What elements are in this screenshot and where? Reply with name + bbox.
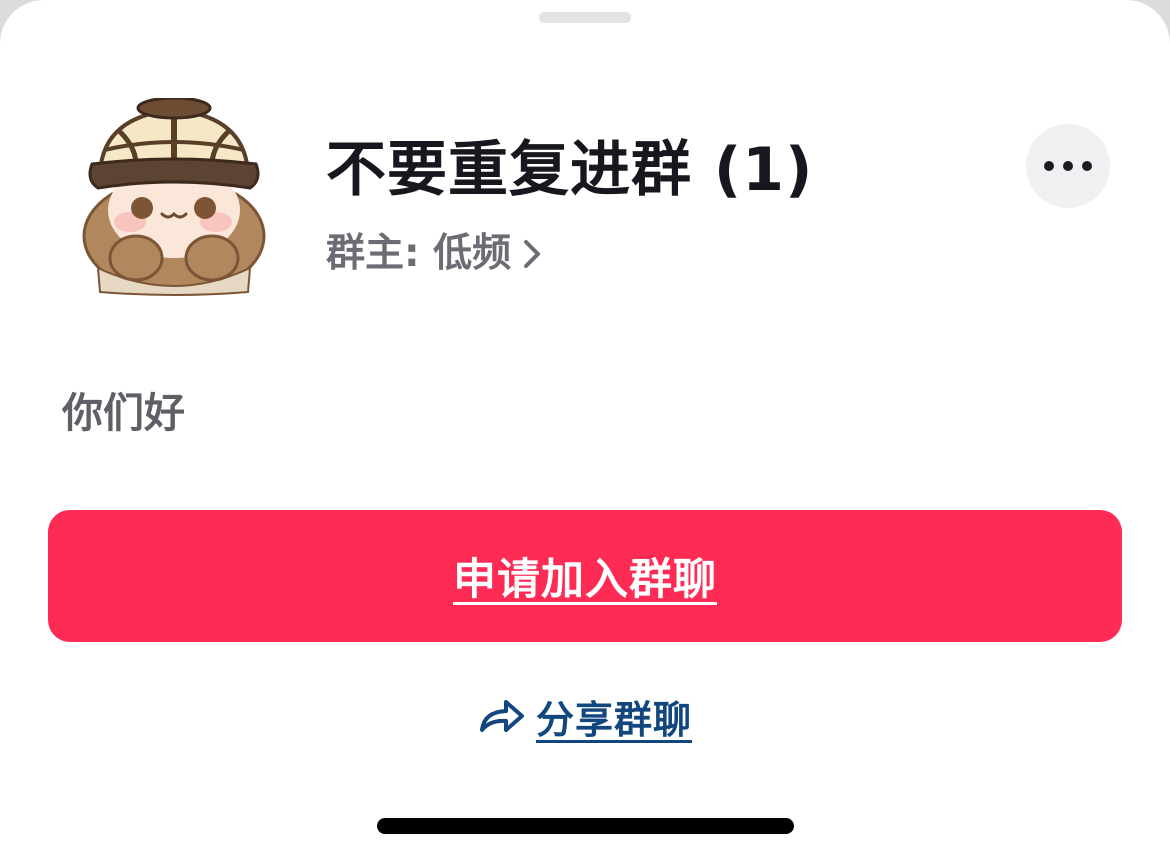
join-group-button[interactable]: 申请加入群聊	[48, 510, 1122, 642]
home-indicator[interactable]	[377, 818, 794, 834]
share-group-link[interactable]: 分享群聊	[0, 688, 1170, 744]
more-dots-icon	[1044, 161, 1092, 171]
group-info-sheet: 不要重复进群 (1) 群主: 低频 你们好 申请加入群聊 分享群聊	[0, 0, 1170, 858]
group-description: 你们好	[62, 389, 185, 437]
group-name: 不要重复进群 (1)	[326, 135, 814, 205]
share-arrow-icon	[479, 700, 524, 732]
sheet-grabber[interactable]	[539, 12, 631, 23]
chevron-right-icon	[524, 240, 541, 268]
group-avatar[interactable]	[78, 96, 270, 298]
group-owner-label: 群主: 低频	[326, 231, 512, 276]
more-options-button[interactable]	[1026, 124, 1110, 208]
share-group-label: 分享群聊	[535, 697, 692, 742]
group-owner-link[interactable]: 群主: 低频	[326, 226, 545, 282]
avatar-illustration	[82, 96, 266, 296]
join-group-label: 申请加入群聊	[453, 555, 717, 605]
